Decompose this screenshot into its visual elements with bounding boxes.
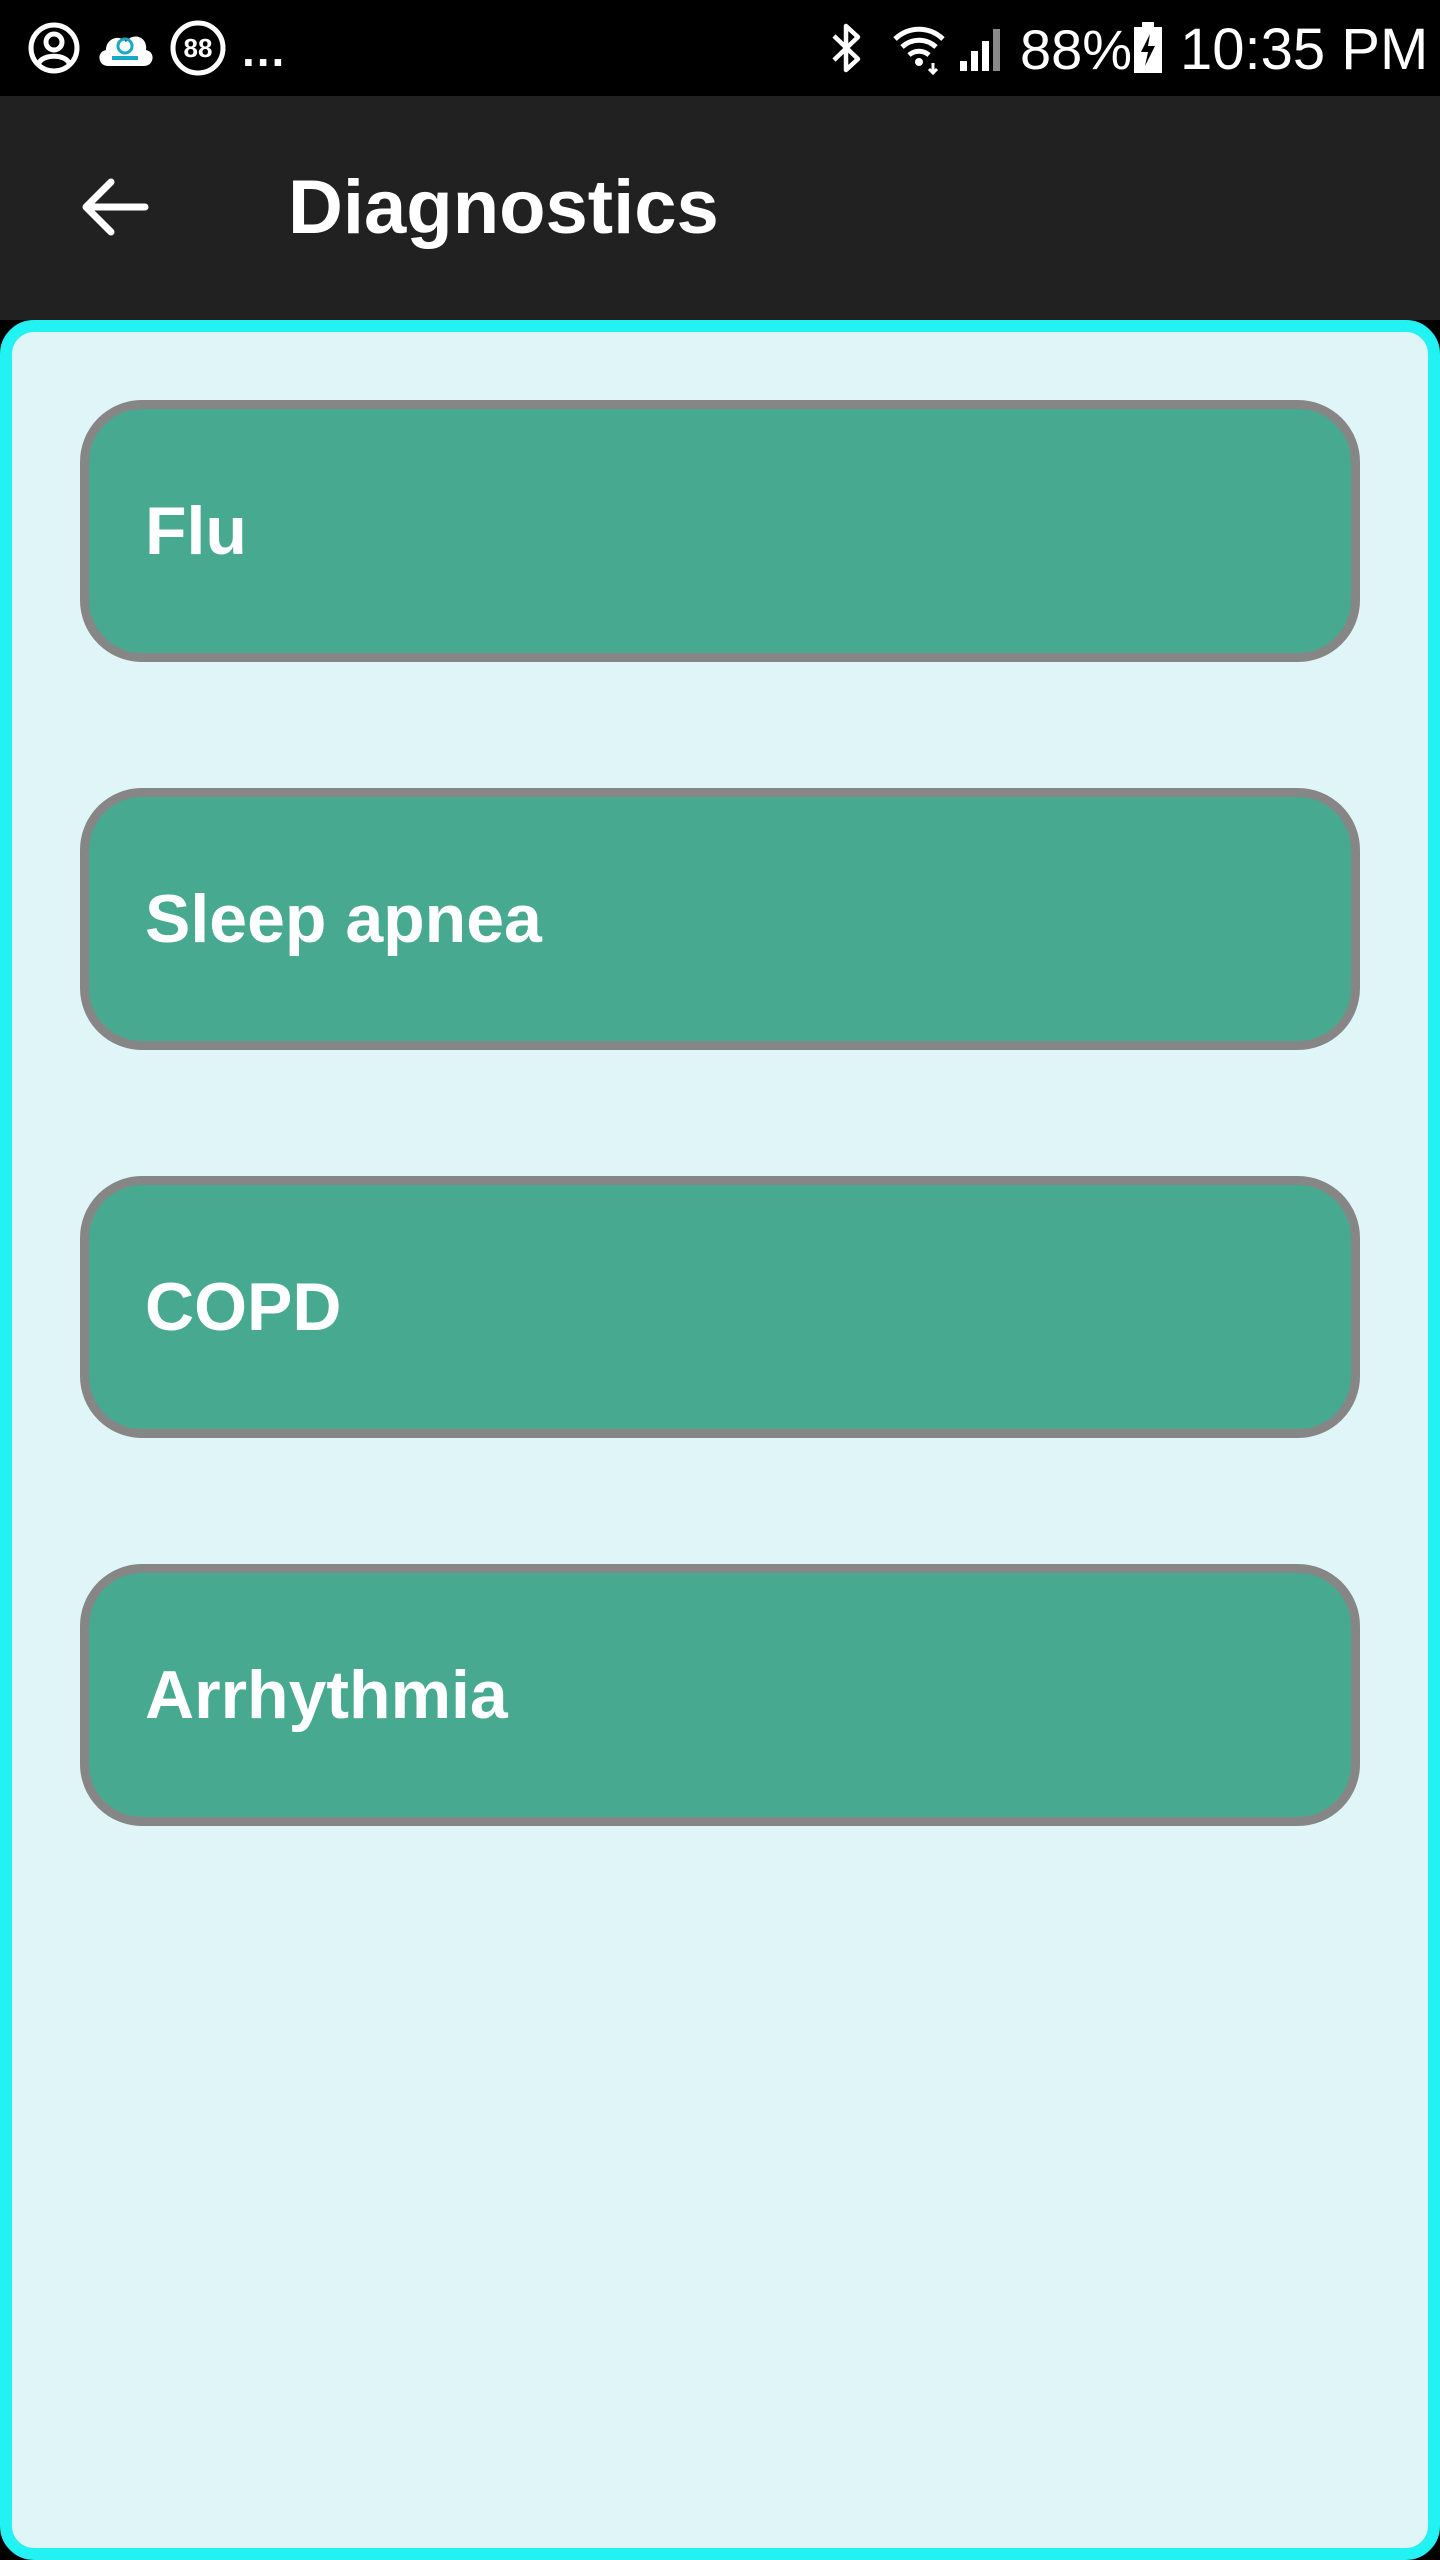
diagnostic-label: Flu (145, 493, 247, 569)
diagnostic-button-arrhythmia[interactable]: Arrhythmia (80, 1564, 1360, 1826)
more-notifications-indicator: ... (242, 24, 287, 76)
battery-percentage: 88% (1020, 18, 1133, 81)
app-bar: Diagnostics (0, 96, 1440, 320)
diagnostic-button-sleep-apnea[interactable]: Sleep apnea (80, 788, 1360, 1050)
wifi-icon (884, 0, 954, 96)
badge-88-icon: 88 (166, 0, 230, 96)
diagnostic-button-flu[interactable]: Flu (80, 400, 1360, 662)
diagnostics-panel: Flu Sleep apnea COPD Arrhythmia (0, 320, 1440, 2560)
status-bar: 88 ... 88% 10:35 PM (0, 0, 1440, 96)
arrow-back-icon (79, 175, 151, 244)
badge-88-text: 88 (184, 33, 213, 63)
battery-charging-icon (1126, 0, 1170, 96)
back-button[interactable] (60, 154, 170, 264)
page-title: Diagnostics (288, 165, 719, 250)
clock: 10:35 PM (1180, 17, 1429, 82)
diagnostic-label: COPD (145, 1269, 342, 1345)
account-circle-icon (22, 0, 86, 96)
diagnostic-label: Sleep apnea (145, 881, 542, 957)
diagnostics-list: Flu Sleep apnea COPD Arrhythmia (80, 400, 1360, 1952)
diagnostic-button-copd[interactable]: COPD (80, 1176, 1360, 1438)
cloud-app-icon (92, 0, 158, 96)
cellular-signal-icon (950, 0, 1012, 96)
diagnostic-label: Arrhythmia (145, 1657, 508, 1733)
bluetooth-icon (818, 0, 874, 96)
